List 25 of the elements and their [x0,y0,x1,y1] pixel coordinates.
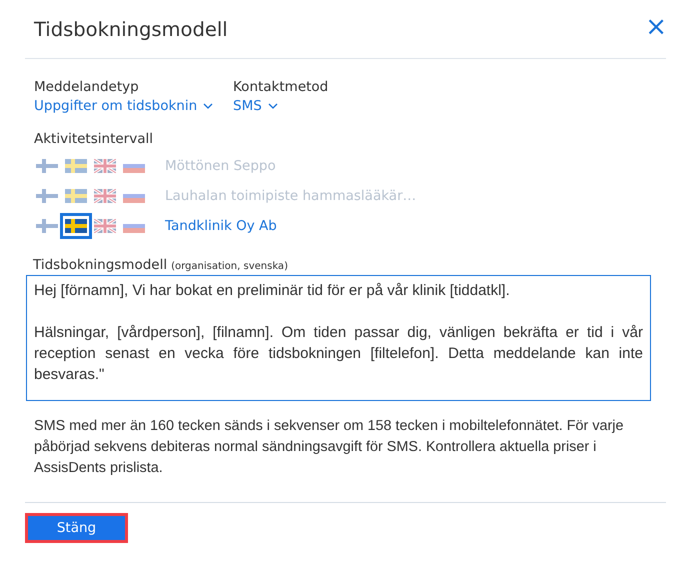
close-button[interactable]: Stäng [28,516,125,540]
flag-icon [65,189,87,203]
flag-icon [94,159,116,173]
close-button[interactable]: × [645,14,667,44]
flag-icon [36,219,58,233]
field-label: Kontaktmetod [233,79,328,95]
field-label: Tidsbokningsmodell [33,257,168,273]
flag-icon [65,159,87,173]
field-label: Meddelandetyp [34,79,140,95]
flag-icon [94,219,116,233]
flag-icon [94,189,116,203]
caret-icon [203,103,214,109]
dropdown[interactable]: SMS [233,95,328,114]
flag-icon [36,159,58,173]
field-hint: (organisation, svenska) [171,261,288,272]
section-label: Aktivitetsintervall [34,131,154,147]
dropdown[interactable]: Uppgifter om tidsboknin [34,95,233,114]
flag-icon [65,219,87,233]
clinic-name[interactable]: Tandklinik Oy Ab [165,218,277,234]
dialog-title: Tidsbokningsmodell [34,18,228,40]
info-text: SMS med mer än 160 tecken sänds i sekvenser om 158 tecken i mobiltelefonnätet. För varje påbörjad sekvens debiteras normal sändningsavgift för SMS. Kontrollera aktuella priser i AssisDents prislista. [34,417,625,478]
message-field[interactable]: Hej [förnamn], Vi har bokat en preliminär tid för er på vår klinik [tiddatkl]. Hälsningar, [vårdperson], [filnamn]. Om tiden passar dig, vänligen bekräfta er tid i vår reception senast en vecka före tidsbokningen [filtelefon]. Detta meddelande kan inte besvaras." [26,275,651,401]
flag-button[interactable] [60,213,92,239]
caret-icon [268,103,278,109]
flag-icon [36,189,58,203]
